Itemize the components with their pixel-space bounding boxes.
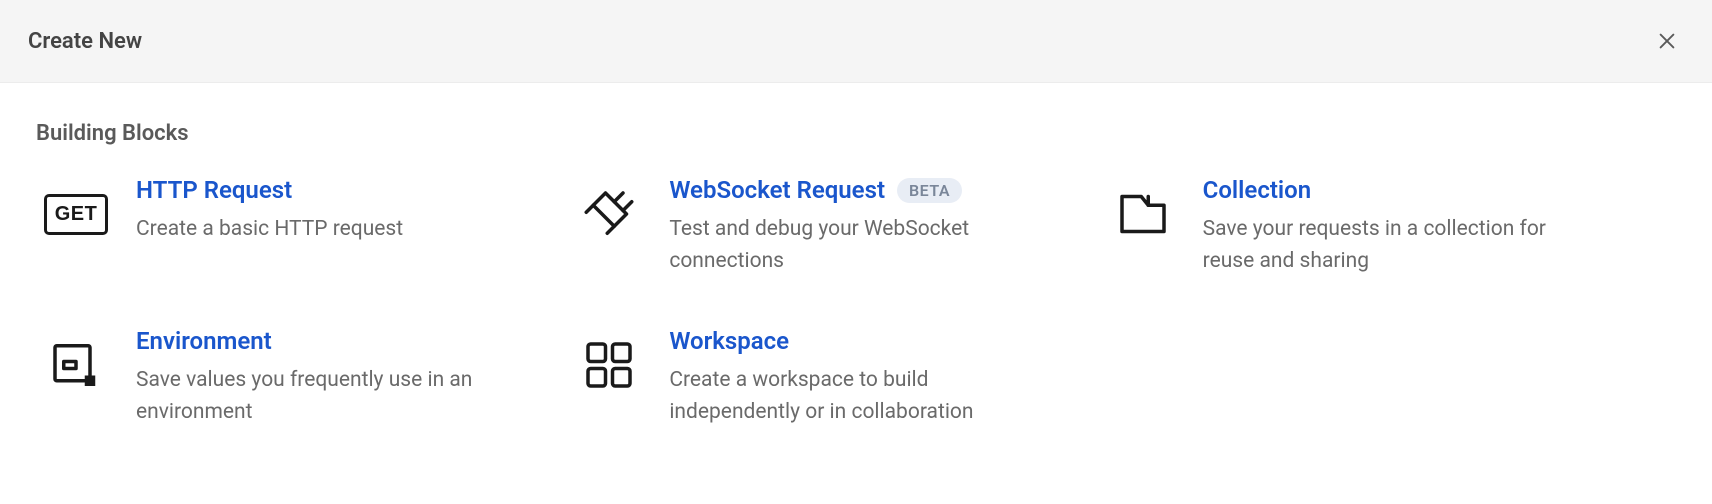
card-title: WebSocket Request <box>669 176 885 204</box>
folder-icon <box>1111 182 1175 246</box>
dialog-header: Create New <box>0 0 1712 83</box>
card-workspace[interactable]: Workspace Create a workspace to build in… <box>569 327 1062 428</box>
card-title: HTTP Request <box>136 176 292 204</box>
http-get-icon: GET <box>44 182 108 246</box>
close-button[interactable] <box>1650 24 1684 58</box>
card-description: Save your requests in a collection for r… <box>1203 214 1588 277</box>
card-description: Create a basic HTTP request <box>136 214 521 246</box>
card-websocket-request[interactable]: WebSocket Request BETA Test and debug yo… <box>569 176 1062 277</box>
dialog-content: Building Blocks GET HTTP Request Create … <box>0 83 1712 466</box>
dialog-title: Create New <box>28 29 142 54</box>
card-collection[interactable]: Collection Save your requests in a colle… <box>1103 176 1596 277</box>
card-description: Create a workspace to build independentl… <box>669 365 1054 428</box>
card-description: Save values you frequently use in an env… <box>136 365 521 428</box>
section-title: Building Blocks <box>36 121 1676 146</box>
workspace-grid-icon <box>577 333 641 397</box>
card-title: Workspace <box>669 327 789 355</box>
card-title: Environment <box>136 327 272 355</box>
beta-badge: BETA <box>897 178 962 203</box>
close-icon <box>1656 30 1678 52</box>
card-description: Test and debug your WebSocket connection… <box>669 214 1054 277</box>
building-blocks-grid: GET HTTP Request Create a basic HTTP req… <box>36 176 1596 428</box>
websocket-plug-icon <box>577 182 641 246</box>
card-environment[interactable]: Environment Save values you frequently u… <box>36 327 529 428</box>
card-title: Collection <box>1203 176 1311 204</box>
environment-icon <box>44 333 108 397</box>
card-http-request[interactable]: GET HTTP Request Create a basic HTTP req… <box>36 176 529 277</box>
